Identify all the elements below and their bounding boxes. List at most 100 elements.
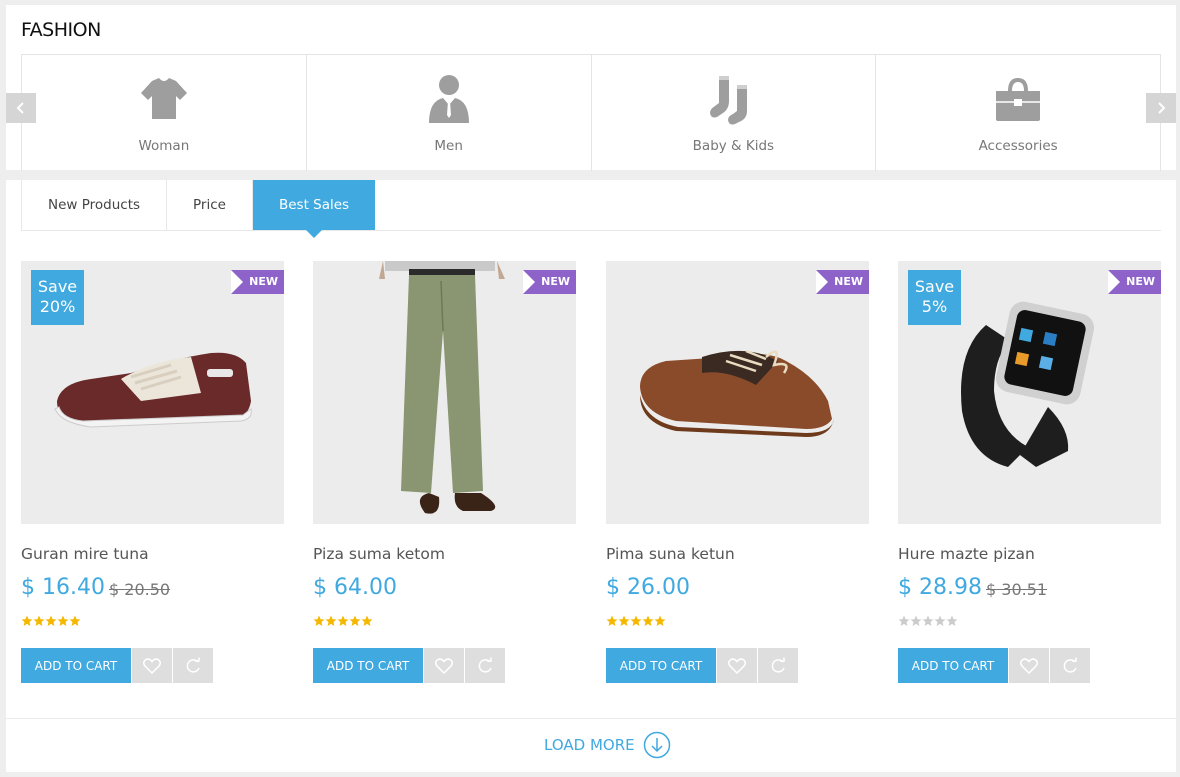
star-icon (922, 615, 934, 626)
new-badge: NEW (231, 270, 284, 294)
product-old-price: $ 20.50 (109, 580, 171, 599)
arrow-down-circle-icon (643, 731, 670, 759)
rating-stars (21, 615, 81, 627)
star-icon (337, 615, 349, 626)
wishlist-button[interactable] (717, 648, 757, 683)
load-more-bar: LOAD MORE (6, 718, 1176, 772)
chevron-right-icon (1158, 102, 1166, 114)
add-to-cart-button[interactable]: ADD TO CART (21, 648, 131, 683)
socks-icon (710, 76, 748, 125)
product-image[interactable]: Save 20% NEW (21, 261, 284, 524)
chevron-left-icon (16, 102, 24, 114)
product-actions: ADD TO CART (313, 648, 505, 683)
category-label: Baby & Kids (692, 138, 775, 154)
heart-icon (1020, 657, 1038, 674)
product-actions: ADD TO CART (606, 648, 798, 683)
compare-button[interactable] (1050, 648, 1090, 683)
product-name[interactable]: Guran mire tuna (21, 545, 149, 563)
add-to-cart-button[interactable]: ADD TO CART (898, 648, 1008, 683)
star-icon (45, 615, 57, 626)
new-badge: NEW (523, 270, 576, 294)
star-icon (642, 615, 654, 626)
section-title: FASHION (21, 19, 101, 41)
rating-stars (313, 615, 373, 627)
boat-shoe-image (640, 349, 834, 437)
add-to-cart-button[interactable]: ADD TO CART (606, 648, 716, 683)
category-men[interactable]: Men (307, 55, 592, 171)
add-to-cart-button[interactable]: ADD TO CART (313, 648, 423, 683)
star-icon (313, 615, 325, 626)
rating-stars (606, 615, 666, 627)
star-icon (910, 615, 922, 626)
carousel-next-button[interactable] (1146, 93, 1176, 123)
star-icon (57, 615, 69, 626)
load-more-button[interactable]: LOAD MORE (544, 731, 671, 759)
category-woman[interactable]: Woman (22, 55, 307, 171)
handbag-icon (996, 77, 1041, 121)
wishlist-button[interactable] (1009, 648, 1049, 683)
star-icon (630, 615, 642, 626)
tab-new-products[interactable]: New Products (21, 180, 168, 230)
save-label: Save (914, 277, 955, 296)
refresh-icon (771, 657, 785, 673)
new-badge: NEW (816, 270, 869, 294)
product-price: $ 28.98 (898, 575, 982, 600)
compare-button[interactable] (758, 648, 798, 683)
category-baby-kids[interactable]: Baby & Kids (592, 55, 877, 171)
save-label: Save (37, 277, 78, 296)
star-icon (349, 615, 361, 626)
save-percent: 20% (39, 297, 76, 316)
heart-icon (143, 657, 161, 674)
product-name[interactable]: Hure mazte pizan (898, 545, 1035, 563)
product-image[interactable]: Save 5% NEW (898, 261, 1161, 524)
tab-best-sales[interactable]: Best Sales (252, 180, 376, 238)
product-grid: Save 20% NEW Guran mire tuna $ 16.40 $ 2… (21, 261, 1161, 686)
products-panel: New Products Price Best Sales Save 20% N… (6, 180, 1176, 772)
product-price: $ 26.00 (606, 575, 690, 600)
star-icon (898, 615, 910, 626)
product-price: $ 16.40 (21, 575, 105, 600)
star-icon (618, 615, 630, 626)
star-icon (361, 615, 373, 626)
rating-stars (898, 615, 958, 627)
star-icon (606, 615, 618, 626)
tshirt-icon (140, 78, 187, 119)
product-image[interactable]: NEW (606, 261, 869, 524)
trousers-image (379, 261, 505, 514)
heart-icon (728, 657, 746, 674)
star-icon (325, 615, 337, 626)
save-percent: 5% (921, 297, 948, 316)
category-carousel: Woman Men Baby & Kids Accessories (21, 54, 1161, 171)
heart-icon (435, 657, 453, 674)
star-icon (946, 615, 958, 626)
category-panel: FASHION Woman Men Baby & Kids Accessorie… (6, 5, 1176, 171)
product-old-price: $ 30.51 (986, 580, 1048, 599)
wishlist-button[interactable] (132, 648, 172, 683)
product-card: Save 5% NEW Hure mazte pizan $ 28.98 $ 3… (898, 261, 1161, 686)
star-icon (69, 615, 81, 626)
category-label: Accessories (978, 138, 1058, 154)
save-badge: Save 5% (908, 270, 961, 325)
refresh-icon (478, 657, 492, 673)
carousel-prev-button[interactable] (6, 93, 36, 123)
product-name[interactable]: Pima suna ketun (606, 545, 735, 563)
category-accessories[interactable]: Accessories (876, 55, 1160, 171)
wishlist-button[interactable] (424, 648, 464, 683)
category-label: Men (434, 138, 463, 154)
product-tabs: New Products Price Best Sales (21, 180, 1161, 238)
product-price: $ 64.00 (313, 575, 397, 600)
product-name[interactable]: Piza suma ketom (313, 545, 445, 563)
tab-price[interactable]: Price (167, 180, 253, 230)
new-badge: NEW (1108, 270, 1161, 294)
star-icon (33, 615, 45, 626)
product-image[interactable]: NEW (313, 261, 576, 524)
refresh-icon (186, 657, 200, 673)
compare-button[interactable] (173, 648, 213, 683)
product-card: Save 20% NEW Guran mire tuna $ 16.40 $ 2… (21, 261, 284, 686)
load-more-label: LOAD MORE (544, 736, 635, 754)
product-actions: ADD TO CART (21, 648, 213, 683)
star-icon (21, 615, 33, 626)
product-card: NEW Pima suna ketun $ 26.00 ADD TO CART (606, 261, 869, 686)
star-icon (654, 615, 666, 626)
compare-button[interactable] (465, 648, 505, 683)
